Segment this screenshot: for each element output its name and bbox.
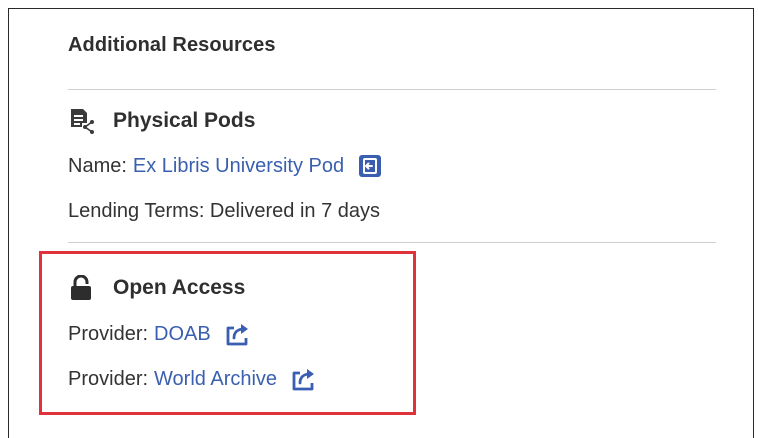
pod-name-link[interactable]: Ex Libris University Pod [133, 155, 344, 178]
section-title: Additional Resources [68, 34, 276, 56]
pod-name-label: Name: [68, 154, 127, 177]
login-arrow-icon[interactable] [358, 154, 382, 178]
lending-terms-text: Lending Terms: Delivered in 7 days [68, 200, 381, 222]
highlight-box [39, 251, 416, 415]
divider [68, 242, 716, 243]
physical-pods-header: Physical Pods [68, 108, 255, 134]
document-share-icon [68, 108, 98, 134]
pod-name-row: Name: Ex Libris University Pod [68, 154, 382, 178]
divider [68, 89, 716, 90]
lending-terms: Lending Terms: Delivered in 7 days [68, 200, 380, 223]
physical-pods-title: Physical Pods [113, 109, 256, 132]
